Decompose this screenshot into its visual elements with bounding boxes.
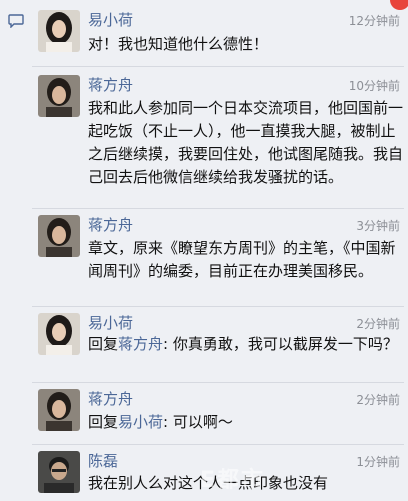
comment-text: 章文，原来《瞭望东方周刊》的主笔，《中国新闻周刊》的编委，目前正在办理美国移民。 xyxy=(88,239,396,280)
comment-text: 回复蒋方舟: 你真勇敢，我可以截屏发一下吗？ xyxy=(88,333,406,356)
comment-time: 1分钟前 xyxy=(356,455,400,469)
commenter-name[interactable]: 蒋方舟 xyxy=(88,74,133,95)
comment-item: 蒋方舟 10分钟前 我和此人参加同一个日本交流项目，他回国前一起吃饭（不止一人）… xyxy=(32,66,404,209)
avatar[interactable] xyxy=(38,75,80,117)
comment-time: 2分钟前 xyxy=(356,393,400,407)
comment-time: 10分钟前 xyxy=(348,79,400,93)
reply-mention[interactable]: 易小荷 xyxy=(118,413,163,431)
comment-time: 12分钟前 xyxy=(348,14,400,28)
commenter-name[interactable]: 易小荷 xyxy=(88,9,133,30)
comment-time: 3分钟前 xyxy=(356,219,400,233)
commenter-name[interactable]: 蒋方舟 xyxy=(88,214,133,235)
comment-feed: 易小荷 12分钟前 对！我也知道他什么德性！ 蒋方舟 10分钟前 我和此人参加同… xyxy=(0,0,408,500)
avatar[interactable] xyxy=(38,451,80,493)
commenter-name[interactable]: 易小荷 xyxy=(88,312,133,333)
comment-time: 2分钟前 xyxy=(356,317,400,331)
comment-text: 对！我也知道他什么德性！ xyxy=(88,35,269,53)
avatar[interactable] xyxy=(38,10,80,52)
comment-text: 我和此人参加同一个日本交流项目，他回国前一起吃饭（不止一人），他一直摸我大腿，被… xyxy=(88,99,404,186)
avatar[interactable] xyxy=(38,313,80,355)
comment-item: 蒋方舟 3分钟前 章文，原来《瞭望东方周刊》的主笔，《中国新闻周刊》的编委，目前… xyxy=(32,208,404,307)
reply-prefix: 回复 xyxy=(88,335,119,353)
close-badge[interactable] xyxy=(390,0,408,10)
reply-mention[interactable]: 蒋方舟 xyxy=(118,335,163,353)
comment-bubble-icon xyxy=(8,14,24,28)
comment-item: 易小荷 12分钟前 对！我也知道他什么德性！ xyxy=(32,0,408,66)
avatar[interactable] xyxy=(38,215,80,257)
commenter-name[interactable]: 陈磊 xyxy=(88,450,118,471)
watermark: E都市 xyxy=(200,468,266,493)
comment-text: 回复易小荷: 可以啊～ xyxy=(88,411,406,434)
reply-text: : 你真勇敢，我可以截屏发一下吗？ xyxy=(163,335,398,353)
comment-item: 蒋方舟 2分钟前 回复易小荷: 可以啊～ xyxy=(32,382,404,445)
reply-prefix: 回复 xyxy=(88,413,119,431)
comment-item: 易小荷 2分钟前 回复蒋方舟: 你真勇敢，我可以截屏发一下吗？ xyxy=(32,306,404,383)
reply-text: : 可以啊～ xyxy=(163,413,233,431)
commenter-name[interactable]: 蒋方舟 xyxy=(88,388,133,409)
avatar[interactable] xyxy=(38,389,80,431)
